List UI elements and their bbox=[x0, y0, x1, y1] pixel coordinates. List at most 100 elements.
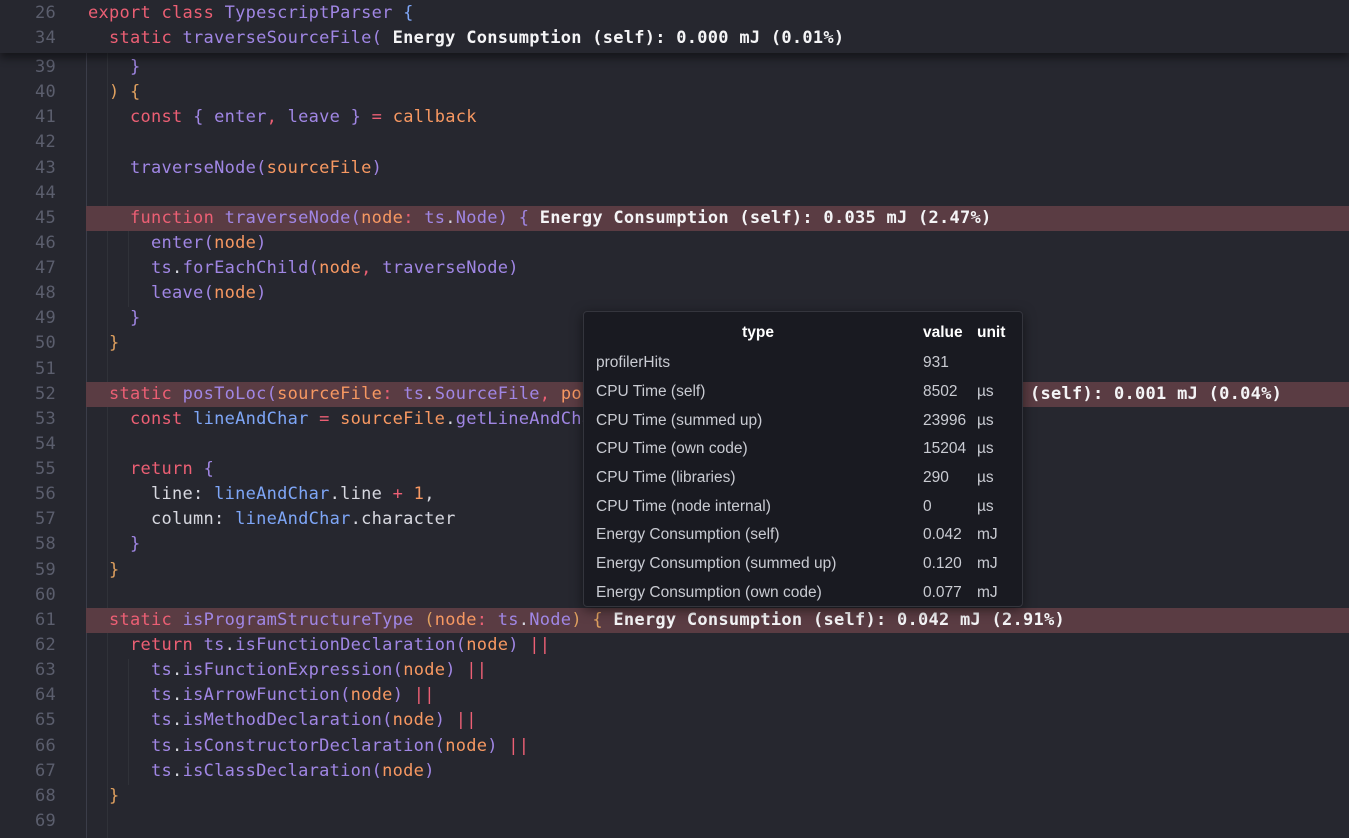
code-token: traverseSourceFile bbox=[183, 28, 372, 48]
code-line-48[interactable]: 48 leave(node) bbox=[0, 281, 1349, 306]
line-content[interactable]: ts.isClassDeclaration(node) bbox=[86, 759, 1349, 784]
line-number[interactable]: 56 bbox=[0, 482, 56, 507]
line-number[interactable]: 65 bbox=[0, 708, 56, 733]
line-number[interactable]: 26 bbox=[0, 1, 56, 26]
code-line-42[interactable]: 42 bbox=[0, 130, 1349, 155]
line-content[interactable]: ) { bbox=[86, 80, 1349, 105]
code-token: callback bbox=[393, 107, 477, 127]
code-line-43[interactable]: 43 traverseNode(sourceFile) bbox=[0, 156, 1349, 181]
code-line-46[interactable]: 46 enter(node) bbox=[0, 231, 1349, 256]
line-content[interactable]: leave(node) bbox=[86, 281, 1349, 306]
code-line-40[interactable]: 40 ) { bbox=[0, 80, 1349, 105]
line-content[interactable]: export class TypescriptParser { bbox=[86, 1, 1349, 26]
line-number[interactable]: 48 bbox=[0, 281, 56, 306]
line-number[interactable]: 49 bbox=[0, 306, 56, 331]
profiler-annotation[interactable]: Energy Consumption (self): 0.035 mJ (2.4… bbox=[529, 208, 991, 228]
code-line-26[interactable]: 26 export class TypescriptParser { bbox=[0, 1, 1349, 26]
line-number[interactable]: 47 bbox=[0, 256, 56, 281]
line-content[interactable]: const { enter, leave } = callback bbox=[86, 105, 1349, 130]
code-token: . bbox=[519, 610, 530, 630]
code-line-34[interactable]: 34 static traverseSourceFile( Energy Con… bbox=[0, 26, 1349, 51]
code-token: ) bbox=[256, 283, 267, 303]
line-content[interactable]: ts.forEachChild(node, traverseNode) bbox=[86, 256, 1349, 281]
line-number[interactable]: 59 bbox=[0, 558, 56, 583]
line-number[interactable]: 53 bbox=[0, 407, 56, 432]
line-content[interactable]: ts.isArrowFunction(node) || bbox=[86, 683, 1349, 708]
tooltip-cell-value: 23996 bbox=[920, 412, 977, 430]
code-token: SourceFile bbox=[435, 384, 540, 404]
code-token: ts bbox=[403, 384, 424, 404]
line-number[interactable]: 55 bbox=[0, 457, 56, 482]
line-content[interactable]: } bbox=[86, 784, 1349, 809]
code-token bbox=[88, 509, 151, 529]
code-line-41[interactable]: 41 const { enter, leave } = callback bbox=[0, 105, 1349, 130]
profiler-annotation[interactable]: Energy Consumption (self): 0.042 mJ (2.9… bbox=[603, 610, 1065, 630]
line-content[interactable]: } bbox=[86, 55, 1349, 80]
line-content[interactable]: traverseNode(sourceFile) bbox=[86, 156, 1349, 181]
line-number[interactable]: 45 bbox=[0, 206, 56, 231]
line-number[interactable]: 34 bbox=[0, 26, 56, 51]
code-token: sourceFile bbox=[277, 384, 382, 404]
code-line-44[interactable]: 44 bbox=[0, 181, 1349, 206]
code-token: || bbox=[466, 660, 487, 680]
line-number[interactable]: 42 bbox=[0, 130, 56, 155]
line-number[interactable]: 68 bbox=[0, 784, 56, 809]
line-content[interactable]: return ts.isFunctionDeclaration(node) || bbox=[86, 633, 1349, 658]
line-number[interactable]: 69 bbox=[0, 809, 56, 834]
code-line-62[interactable]: 62 return ts.isFunctionDeclaration(node)… bbox=[0, 633, 1349, 658]
line-number[interactable]: 51 bbox=[0, 357, 56, 382]
code-line-66[interactable]: 66 ts.isConstructorDeclaration(node) || bbox=[0, 734, 1349, 759]
line-number[interactable]: 40 bbox=[0, 80, 56, 105]
code-line-39[interactable]: 39 } bbox=[0, 55, 1349, 80]
profiler-annotation[interactable]: Energy Consumption (self): 0.000 mJ (0.0… bbox=[382, 28, 844, 48]
line-content[interactable] bbox=[86, 809, 1349, 834]
line-number[interactable]: 62 bbox=[0, 633, 56, 658]
code-token: static bbox=[109, 610, 183, 630]
line-number[interactable]: 54 bbox=[0, 432, 56, 457]
code-token: ( bbox=[204, 233, 215, 253]
line-number[interactable]: 63 bbox=[0, 658, 56, 683]
code-line-65[interactable]: 65 ts.isMethodDeclaration(node) || bbox=[0, 708, 1349, 733]
line-content[interactable]: static traverseSourceFile( Energy Consum… bbox=[86, 26, 1349, 51]
line-number[interactable]: 64 bbox=[0, 683, 56, 708]
line-number[interactable]: 58 bbox=[0, 532, 56, 557]
line-number[interactable]: 46 bbox=[0, 231, 56, 256]
line-content[interactable]: enter(node) bbox=[86, 231, 1349, 256]
line-content[interactable]: ts.isConstructorDeclaration(node) || bbox=[86, 734, 1349, 759]
code-line-47[interactable]: 47 ts.forEachChild(node, traverseNode) bbox=[0, 256, 1349, 281]
line-number[interactable]: 39 bbox=[0, 55, 56, 80]
code-token: ) bbox=[445, 660, 466, 680]
line-number[interactable]: 66 bbox=[0, 734, 56, 759]
code-token: . bbox=[424, 384, 435, 404]
line-content[interactable]: function traverseNode(node: ts.Node) { E… bbox=[86, 206, 1349, 231]
code-token bbox=[88, 409, 130, 429]
line-number[interactable]: 52 bbox=[0, 382, 56, 407]
line-number[interactable]: 67 bbox=[0, 759, 56, 784]
code-line-45[interactable]: 45 function traverseNode(node: ts.Node) … bbox=[0, 206, 1349, 231]
code-line-64[interactable]: 64 ts.isArrowFunction(node) || bbox=[0, 683, 1349, 708]
sticky-scroll[interactable]: 26export class TypescriptParser {34 stat… bbox=[0, 0, 1349, 53]
line-content[interactable]: static isProgramStructureType (node: ts.… bbox=[86, 608, 1349, 633]
line-number[interactable]: 61 bbox=[0, 608, 56, 633]
line-number[interactable]: 43 bbox=[0, 156, 56, 181]
code-token: ts bbox=[151, 710, 172, 730]
tooltip-cell-value: 0 bbox=[920, 498, 977, 516]
code-line-69[interactable]: 69 bbox=[0, 809, 1349, 834]
code-line-63[interactable]: 63 ts.isFunctionExpression(node) || bbox=[0, 658, 1349, 683]
code-line-67[interactable]: 67 ts.isClassDeclaration(node) bbox=[0, 759, 1349, 784]
tooltip-row: CPU Time (self)8502µs bbox=[596, 378, 1011, 407]
code-line-68[interactable]: 68 } bbox=[0, 784, 1349, 809]
line-content[interactable] bbox=[86, 130, 1349, 155]
line-content[interactable]: ts.isMethodDeclaration(node) || bbox=[86, 708, 1349, 733]
code-token: ts bbox=[204, 635, 225, 655]
line-number[interactable]: 50 bbox=[0, 331, 56, 356]
line-number[interactable]: 57 bbox=[0, 507, 56, 532]
line-content[interactable]: ts.isFunctionExpression(node) || bbox=[86, 658, 1349, 683]
line-number[interactable]: 41 bbox=[0, 105, 56, 130]
line-content[interactable] bbox=[86, 181, 1349, 206]
code-line-61[interactable]: 61 static isProgramStructureType (node: … bbox=[0, 608, 1349, 633]
line-number[interactable]: 60 bbox=[0, 583, 56, 608]
code-token: } bbox=[88, 560, 120, 580]
line-number[interactable]: 44 bbox=[0, 181, 56, 206]
code-token: ) bbox=[508, 258, 519, 278]
